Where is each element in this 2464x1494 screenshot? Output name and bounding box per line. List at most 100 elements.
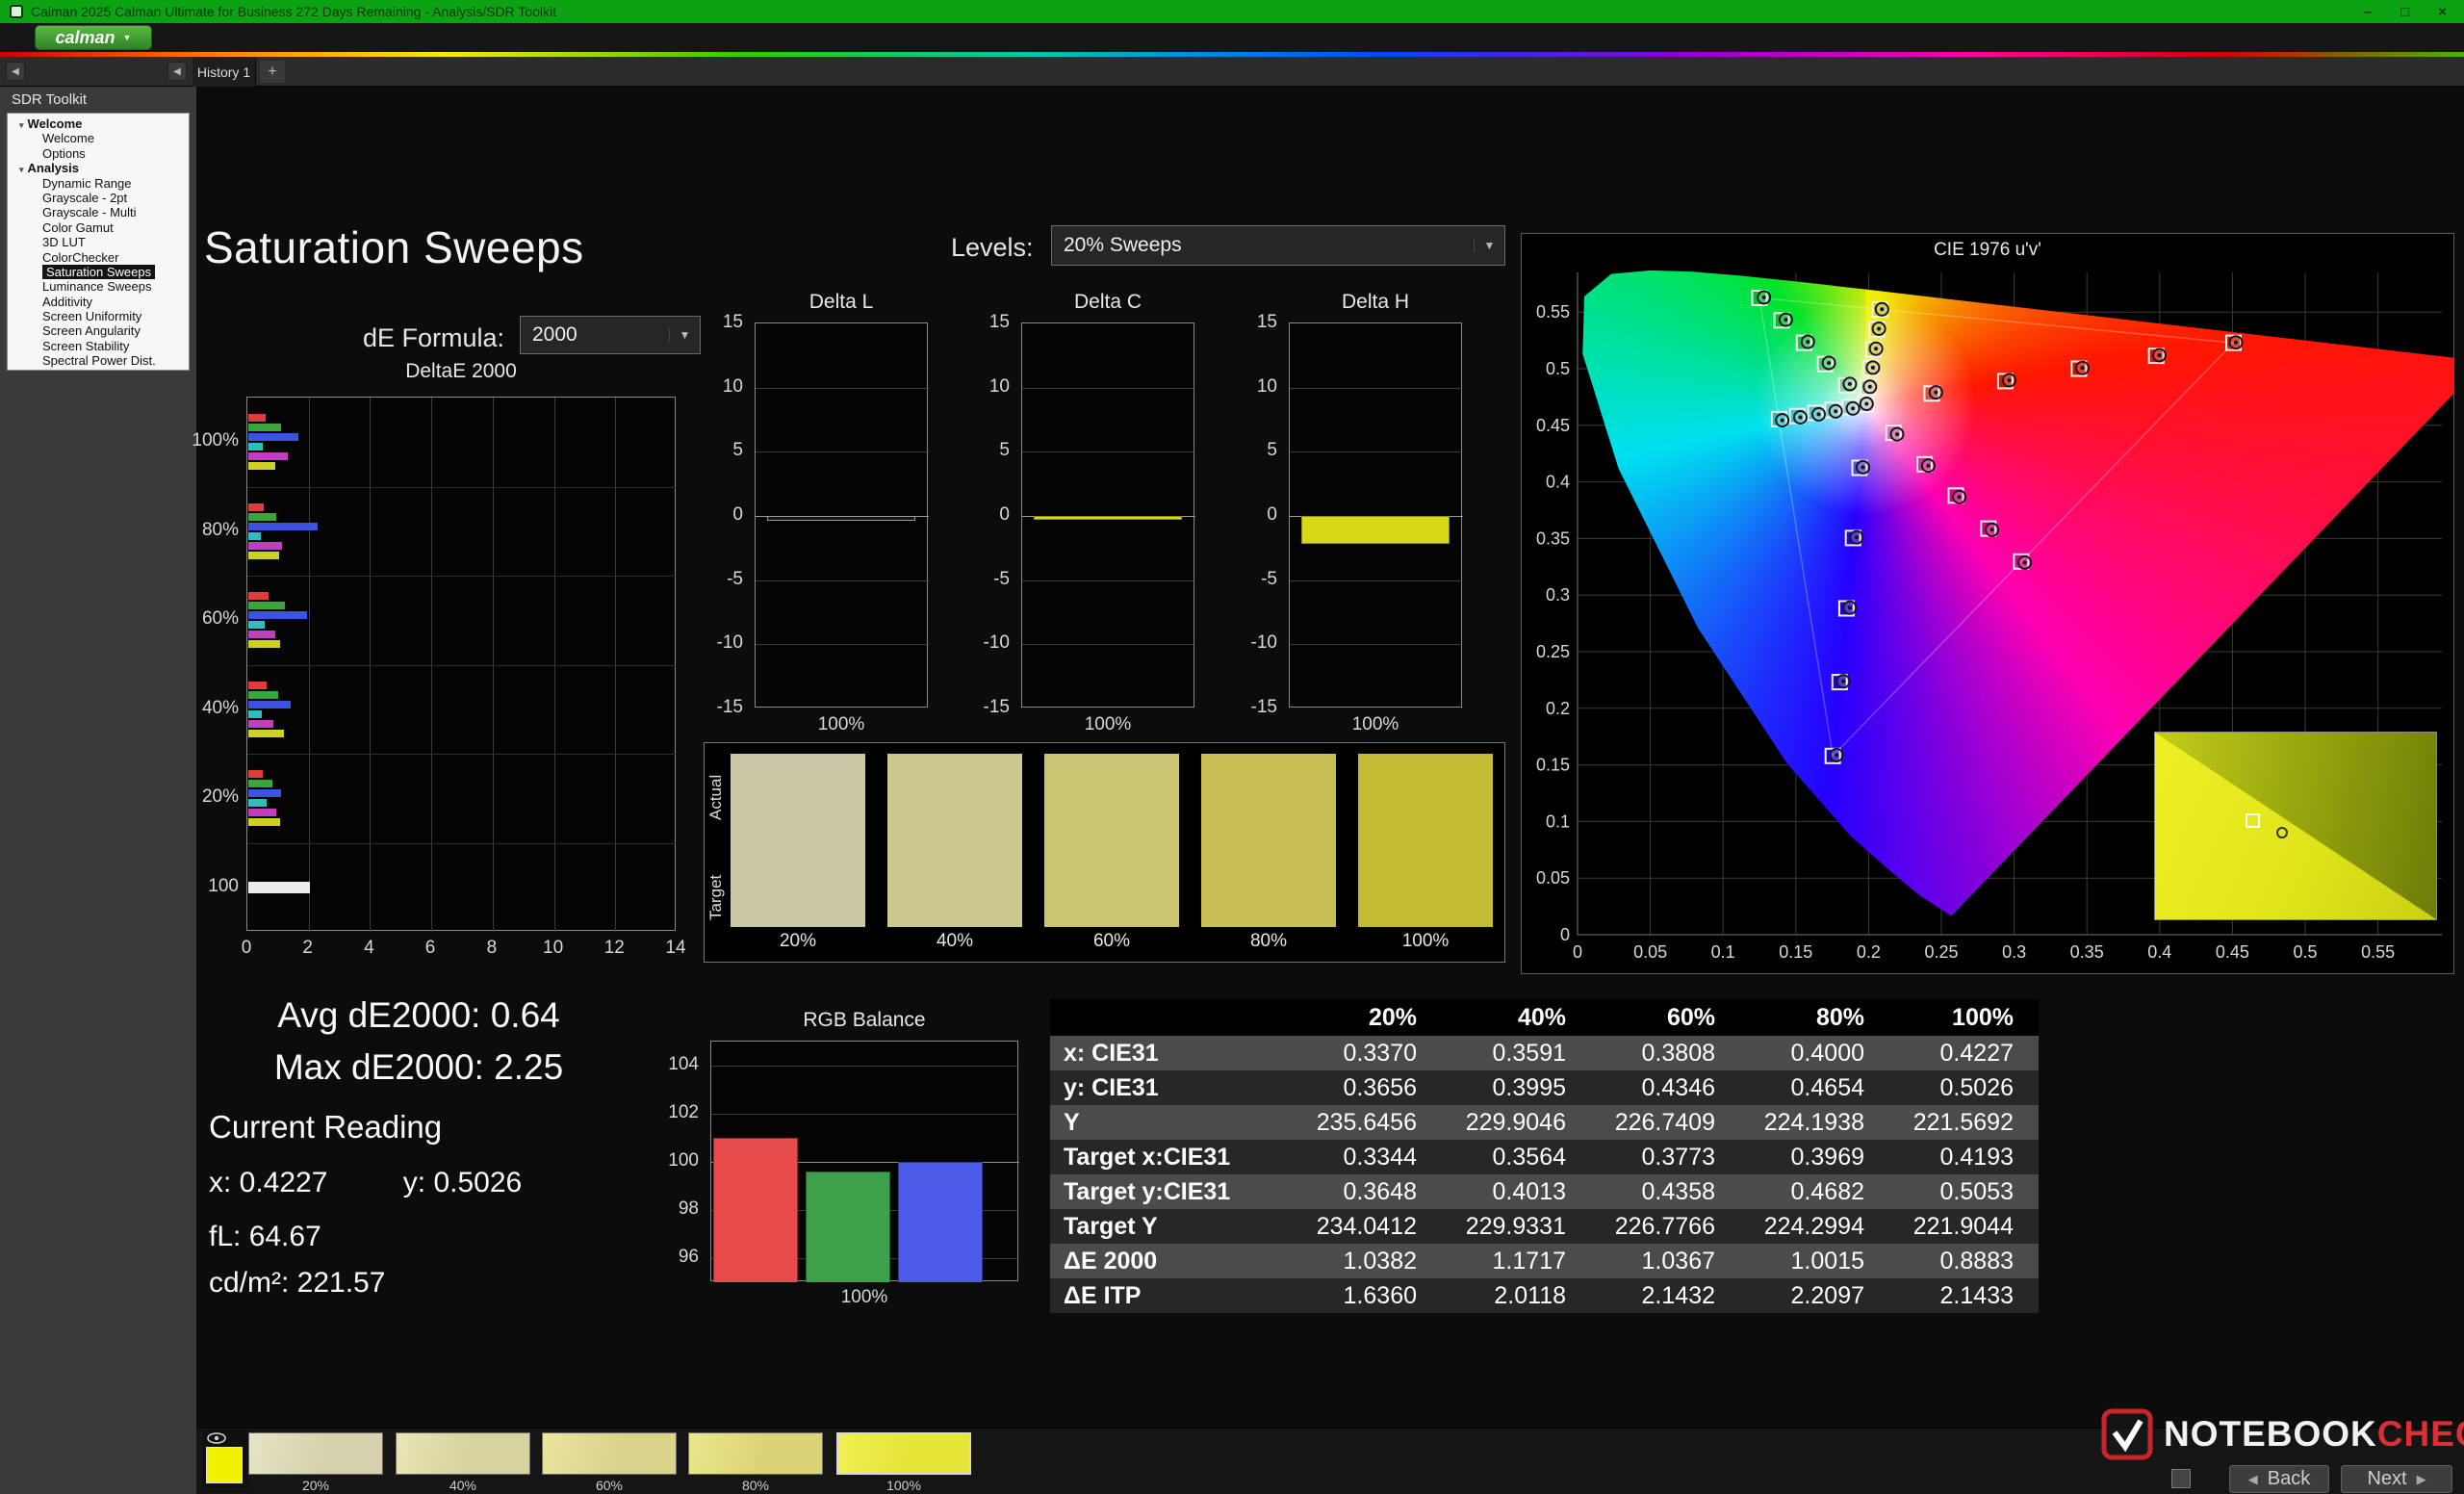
table-cell: 0.4346 bbox=[1591, 1070, 1740, 1105]
table-cell: 0.5053 bbox=[1889, 1174, 2039, 1209]
grid-line bbox=[756, 451, 929, 452]
rgb-balance-y-axis: 1041021009896 bbox=[626, 1041, 705, 1291]
notebookcheck-logo-icon bbox=[2100, 1407, 2154, 1461]
swatch-label: 40% bbox=[887, 931, 1022, 952]
delta-h-y-axis: 151050-5-10-15 bbox=[1212, 322, 1283, 727]
panel-collapse-icon[interactable]: ◀ bbox=[6, 62, 25, 81]
table-row: Target y:CIE310.36480.40130.43580.46820.… bbox=[1050, 1174, 2039, 1209]
filmstrip-item-40[interactable] bbox=[396, 1432, 530, 1475]
cie-measured-dot bbox=[1851, 406, 1855, 410]
table-cell: 0.3969 bbox=[1740, 1140, 1889, 1174]
filmstrip-preview-tile[interactable] bbox=[202, 1430, 250, 1488]
filmstrip-item-60[interactable] bbox=[542, 1432, 677, 1475]
deltae-bar-green bbox=[248, 780, 272, 787]
next-arrow-icon: ▶ bbox=[2417, 1472, 2426, 1487]
back-button[interactable]: ◀ Back bbox=[2229, 1465, 2329, 1493]
table-cell: 224.1938 bbox=[1740, 1105, 1889, 1140]
maximize-button[interactable]: □ bbox=[2400, 4, 2409, 20]
deltae-bar-blue bbox=[248, 701, 291, 708]
axis-tick-label: 0 bbox=[227, 938, 266, 959]
table-cell: 0.5026 bbox=[1889, 1070, 2039, 1105]
swatch-100 bbox=[1358, 754, 1493, 927]
axis-tick-label: 12 bbox=[595, 938, 633, 959]
cie-measured-dot bbox=[1868, 385, 1872, 389]
current-reading-title: Current Reading bbox=[209, 1109, 442, 1146]
de-formula-value: 2000 bbox=[521, 323, 669, 347]
deltae-bar-cyan bbox=[248, 799, 267, 807]
layout-toggle-button[interactable] bbox=[2171, 1469, 2191, 1488]
table-cell: 0.3656 bbox=[1293, 1070, 1442, 1105]
cie-measured-dot bbox=[1827, 361, 1831, 365]
delta-l-chart bbox=[755, 322, 928, 708]
axis-tick-label: 10 bbox=[534, 938, 573, 959]
sidebar-title: SDR Toolkit bbox=[12, 91, 87, 108]
cie-measured-dot bbox=[2023, 560, 2027, 564]
table-cell: 0.3370 bbox=[1293, 1036, 1442, 1070]
swatch-40 bbox=[887, 754, 1022, 927]
axis-tick-label: 10 bbox=[1257, 376, 1277, 398]
axis-tick-label: 60% bbox=[202, 608, 239, 630]
tree-collapse-icon[interactable]: ▾ bbox=[19, 165, 24, 174]
deltae-bar-cyan bbox=[248, 621, 265, 629]
cie-measured-dot bbox=[1848, 605, 1852, 609]
cie-measured-dot bbox=[1934, 391, 1938, 395]
deltae-bar-red bbox=[248, 682, 267, 689]
cie-measured-dot bbox=[1874, 347, 1878, 350]
max-de-value: Max dE2000: 2.25 bbox=[217, 1042, 621, 1094]
axis-tick-label: -15 bbox=[717, 697, 743, 718]
close-button[interactable]: × bbox=[2438, 4, 2447, 20]
axis-tick-label: 98 bbox=[679, 1198, 699, 1220]
filmstrip-item-80[interactable] bbox=[688, 1432, 823, 1475]
table-row: ΔE ITP1.63602.01182.14322.20972.1433 bbox=[1050, 1278, 2039, 1313]
calman-logo: calman bbox=[56, 28, 116, 48]
current-x: x: 0.4227 bbox=[209, 1167, 327, 1198]
table-cell: 0.3648 bbox=[1293, 1174, 1442, 1209]
table-cell: 0.4358 bbox=[1591, 1174, 1740, 1209]
cie-chart-title: CIE 1976 u'v' bbox=[1522, 240, 2453, 261]
grid-line bbox=[756, 644, 929, 645]
de-formula-label: dE Formula: bbox=[363, 323, 504, 353]
filmstrip-label: 100% bbox=[836, 1478, 971, 1493]
table-cell: 224.2994 bbox=[1740, 1209, 1889, 1244]
swatch-axis-target: Target bbox=[706, 851, 728, 943]
grid-line bbox=[247, 843, 677, 844]
table-row-label: ΔE ITP bbox=[1050, 1278, 1293, 1313]
filmstrip-item-100[interactable] bbox=[836, 1432, 971, 1475]
table-row: y: CIE310.36560.39950.43460.46540.5026 bbox=[1050, 1070, 2039, 1105]
axis-tick-label: 96 bbox=[679, 1247, 699, 1268]
filmstrip-label: 60% bbox=[542, 1478, 677, 1493]
deltae-bar-blue bbox=[248, 789, 281, 797]
filmstrip-item-20[interactable] bbox=[248, 1432, 383, 1475]
tree-collapse-icon[interactable]: ▾ bbox=[19, 120, 24, 130]
cie-measured-dot bbox=[1861, 465, 1865, 469]
table-header-cell: 20% bbox=[1293, 999, 1442, 1036]
minimize-button[interactable]: – bbox=[2364, 4, 2372, 20]
axis-tick-label: -5 bbox=[1261, 569, 1277, 590]
axis-tick-label: 102 bbox=[668, 1102, 699, 1123]
eye-icon bbox=[206, 1431, 227, 1445]
cie-measured-dot bbox=[2234, 341, 2238, 345]
axis-tick-label: -10 bbox=[984, 632, 1010, 654]
cie-measured-dot bbox=[1835, 753, 1838, 757]
next-button[interactable]: Next ▶ bbox=[2341, 1465, 2452, 1493]
table-cell: 2.1432 bbox=[1591, 1278, 1740, 1313]
chevron-down-icon: ▼ bbox=[123, 33, 132, 42]
levels-dropdown[interactable]: 20% Sweeps ▼ bbox=[1051, 225, 1505, 266]
cie-measured-dot bbox=[1880, 307, 1884, 311]
axis-tick-label: -15 bbox=[1251, 697, 1277, 718]
filmstrip-label: 80% bbox=[688, 1478, 823, 1493]
swatch-label: 20% bbox=[731, 931, 865, 952]
table-cell: 234.0412 bbox=[1293, 1209, 1442, 1244]
table-cell: 226.7766 bbox=[1591, 1209, 1740, 1244]
cie-measured-dot bbox=[1855, 535, 1859, 539]
table-header-cell: 100% bbox=[1889, 999, 2039, 1036]
de-formula-dropdown[interactable]: 2000 ▼ bbox=[520, 316, 701, 354]
add-tab-button[interactable]: + bbox=[260, 61, 285, 83]
table-cell: 229.9331 bbox=[1442, 1209, 1591, 1244]
deltae-bar-yellow bbox=[248, 462, 275, 470]
axis-tick-label: 5 bbox=[999, 440, 1010, 461]
delta-c-x-label: 100% bbox=[1021, 714, 1194, 735]
active-patch-swatch bbox=[206, 1447, 243, 1483]
levels-value: 20% Sweeps bbox=[1052, 234, 1474, 257]
axis-tick-label: 5 bbox=[732, 440, 743, 461]
